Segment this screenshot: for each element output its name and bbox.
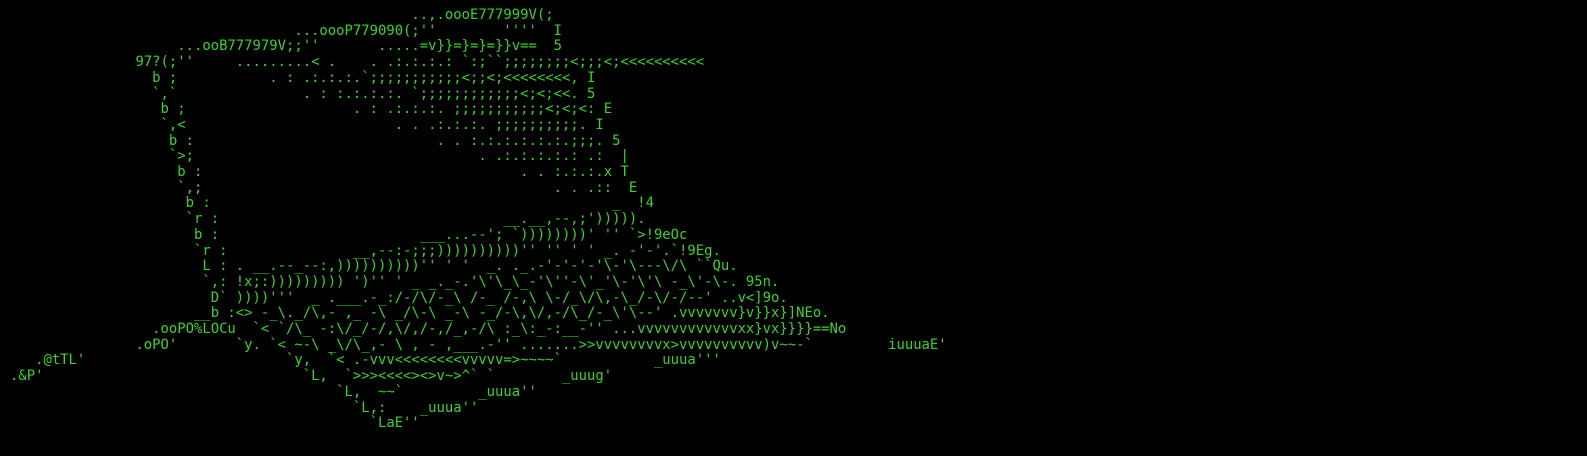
ascii-art-text: ..,.oooE777999V(; ...oooP779090(;'' ''''… — [10, 7, 947, 432]
ascii-art-canvas: ..,.oooE777999V(; ...oooP779090(;'' ''''… — [0, 0, 1587, 456]
